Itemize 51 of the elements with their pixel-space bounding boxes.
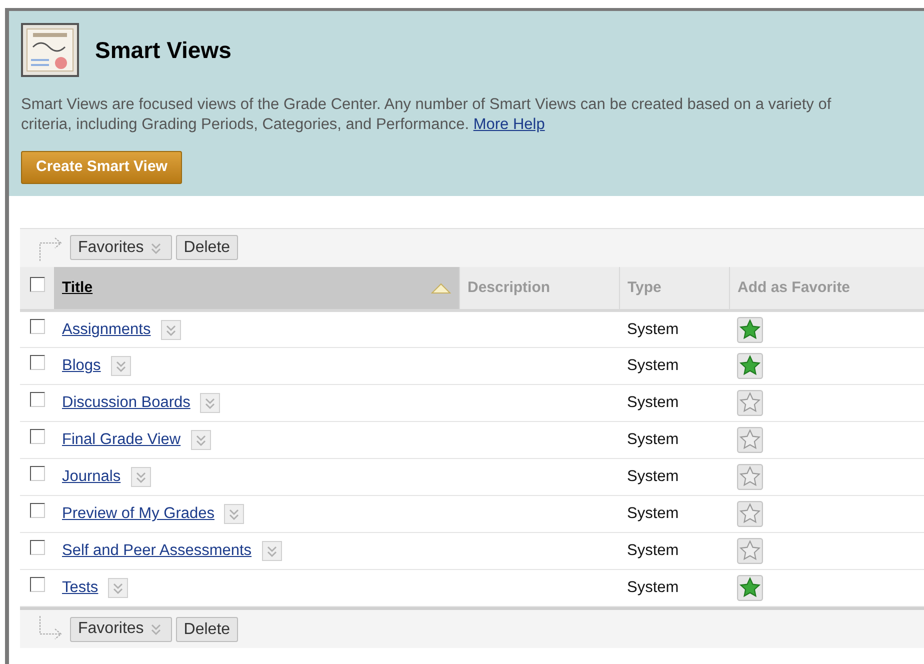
column-header[interactable]: Title xyxy=(62,276,93,299)
favorite-star-button[interactable] xyxy=(737,427,763,453)
favorite-star-button[interactable] xyxy=(737,353,763,379)
certificate-icon xyxy=(21,23,79,77)
delete-button[interactable]: Delete xyxy=(176,235,238,260)
smart-view-link[interactable]: Tests xyxy=(62,576,98,600)
checkbox[interactable] xyxy=(30,429,44,444)
menu-chevron-icon[interactable] xyxy=(224,504,244,524)
menu-chevron-icon[interactable] xyxy=(200,393,220,413)
checkbox[interactable] xyxy=(30,392,44,408)
checkbox[interactable] xyxy=(30,540,44,556)
checkbox[interactable] xyxy=(30,503,44,518)
type-text: System xyxy=(627,468,679,486)
checkbox[interactable] xyxy=(30,577,44,592)
delete-button[interactable]: Delete xyxy=(176,616,238,642)
menu-chevron-icon[interactable] xyxy=(160,320,181,340)
smart-view-link[interactable]: Journals xyxy=(62,465,121,489)
smart-view-link[interactable]: Blogs xyxy=(62,354,101,378)
menu-chevron-icon[interactable] xyxy=(108,578,128,598)
favorite-star-button[interactable] xyxy=(737,575,763,601)
favorite-star-button[interactable] xyxy=(737,538,763,564)
type-text: System xyxy=(627,579,679,596)
type-text: System xyxy=(627,431,679,448)
more-help-link[interactable]: More Help xyxy=(473,116,545,133)
type-text: System xyxy=(627,357,679,374)
smart-view-link[interactable]: Final Grade View xyxy=(62,428,181,452)
favorites-button[interactable]: Favorites xyxy=(70,616,172,642)
checkbox[interactable] xyxy=(30,318,44,334)
smart-view-link[interactable]: Preview of My Grades xyxy=(62,502,214,526)
checkbox[interactable] xyxy=(30,355,44,370)
favorite-star-button[interactable] xyxy=(737,316,763,342)
smart-view-link[interactable]: Self and Peer Assessments xyxy=(62,539,252,563)
sort-ascending-icon[interactable] xyxy=(430,282,450,294)
type-text: System xyxy=(627,394,679,412)
page-title: Smart Views xyxy=(95,36,232,65)
favorite-star-button[interactable] xyxy=(737,464,763,490)
menu-chevron-icon[interactable] xyxy=(130,467,151,487)
type-text: System xyxy=(627,505,679,522)
description-text: Smart Views are focused views of the Grade Center. Any number of Smart Views can be created based on a variety of criteria, including Grading Periods, Categories, and Performance. More Help xyxy=(21,95,832,135)
favorite-star-button[interactable] xyxy=(737,390,763,416)
checkbox[interactable] xyxy=(30,466,44,482)
favorites-button[interactable]: Favorites xyxy=(70,235,172,260)
type-text: System xyxy=(627,320,679,338)
type-text: System xyxy=(627,542,679,560)
checkbox[interactable] xyxy=(30,277,44,292)
smart-view-link[interactable]: Discussion Boards xyxy=(62,391,190,415)
menu-chevron-icon[interactable] xyxy=(190,430,211,450)
menu-chevron-icon[interactable] xyxy=(262,541,282,561)
smart-view-link[interactable]: Assignments xyxy=(62,318,151,342)
favorite-star-button[interactable] xyxy=(737,501,763,527)
menu-chevron-icon[interactable] xyxy=(110,356,131,376)
